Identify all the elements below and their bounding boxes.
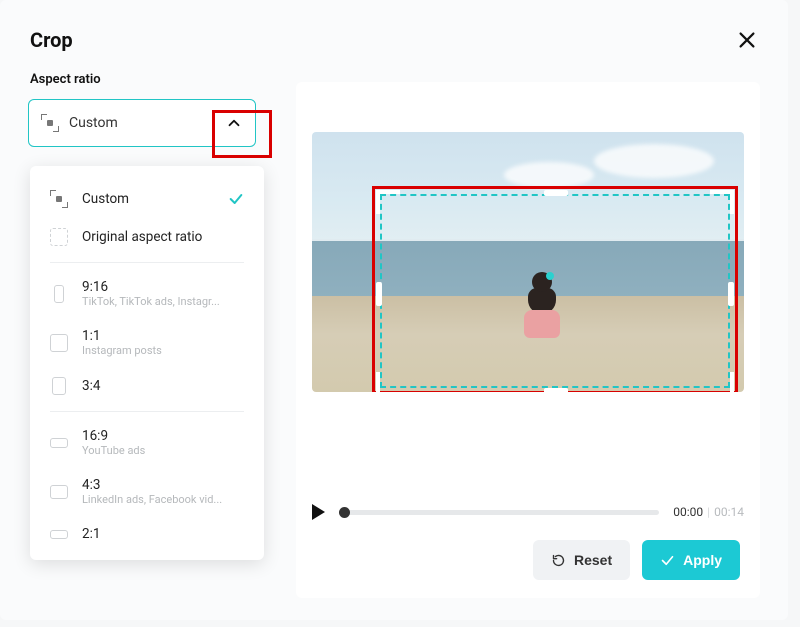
ratio-icon bbox=[50, 228, 68, 246]
option-sublabel: LinkedIn ads, Facebook vid... bbox=[82, 493, 222, 506]
option-sublabel: TikTok, TikTok ads, Instagr... bbox=[82, 295, 220, 308]
time-display: 00:00|00:14 bbox=[673, 505, 744, 519]
crop-handle-tl[interactable] bbox=[376, 190, 400, 214]
close-button[interactable] bbox=[736, 29, 758, 51]
ratio-icon bbox=[50, 485, 68, 499]
option-label: 4:3 bbox=[82, 477, 222, 493]
check-icon bbox=[660, 553, 675, 568]
option-9-16[interactable]: 9:16 TikTok, TikTok ads, Instagr... bbox=[40, 269, 254, 318]
option-label: Custom bbox=[82, 191, 129, 207]
panel-header: Crop bbox=[0, 0, 788, 62]
crop-panel: Crop Aspect ratio Custom Custom Original… bbox=[0, 0, 788, 620]
crop-handle-bl[interactable] bbox=[376, 372, 400, 392]
option-label: 3:4 bbox=[82, 378, 100, 394]
option-3-4[interactable]: 3:4 bbox=[40, 367, 254, 405]
reset-button-label: Reset bbox=[574, 552, 612, 568]
aspect-ratio-select[interactable]: Custom bbox=[28, 99, 256, 147]
time-duration: 00:14 bbox=[714, 505, 744, 519]
option-label: 2:1 bbox=[82, 526, 100, 542]
chevron-up-icon bbox=[225, 114, 243, 132]
option-16-9[interactable]: 16:9 YouTube ads bbox=[40, 418, 254, 467]
time-current: 00:00 bbox=[673, 505, 703, 519]
custom-crop-icon bbox=[41, 114, 59, 132]
aspect-ratio-select-value: Custom bbox=[69, 115, 243, 131]
panel-title: Crop bbox=[30, 28, 73, 52]
divider bbox=[50, 411, 244, 412]
ratio-icon bbox=[50, 438, 68, 448]
crop-handle-right[interactable] bbox=[728, 282, 734, 306]
crop-handle-bottom[interactable] bbox=[544, 388, 568, 392]
option-4-3[interactable]: 4:3 LinkedIn ads, Facebook vid... bbox=[40, 467, 254, 516]
play-button[interactable] bbox=[312, 504, 325, 520]
option-sublabel: Instagram posts bbox=[82, 344, 162, 357]
player-bar: 00:00|00:14 bbox=[312, 504, 744, 520]
close-icon bbox=[736, 29, 758, 51]
preview-person bbox=[519, 272, 565, 336]
option-label: 1:1 bbox=[82, 328, 162, 344]
option-2-1[interactable]: 2:1 bbox=[40, 516, 254, 552]
check-icon bbox=[228, 191, 244, 207]
option-original[interactable]: Original aspect ratio bbox=[40, 218, 254, 256]
option-label: 16:9 bbox=[82, 428, 145, 444]
crop-handle-top[interactable] bbox=[544, 190, 568, 196]
custom-crop-icon bbox=[50, 190, 68, 208]
divider bbox=[50, 262, 244, 263]
crop-handle-br[interactable] bbox=[710, 372, 734, 392]
actions: Reset Apply bbox=[533, 540, 740, 580]
video-preview[interactable] bbox=[312, 132, 744, 392]
aspect-ratio-dropdown: Custom Original aspect ratio 9:16 TikTok… bbox=[30, 166, 264, 560]
apply-button-label: Apply bbox=[683, 552, 722, 568]
option-label: 9:16 bbox=[82, 279, 220, 295]
ratio-icon bbox=[54, 285, 64, 303]
ratio-icon bbox=[52, 377, 66, 395]
preview-area: 00:00|00:14 Reset Apply bbox=[296, 82, 760, 598]
apply-button[interactable]: Apply bbox=[642, 540, 740, 580]
crop-handle-left[interactable] bbox=[376, 282, 382, 306]
reset-button[interactable]: Reset bbox=[533, 540, 630, 580]
option-1-1[interactable]: 1:1 Instagram posts bbox=[40, 318, 254, 367]
option-custom[interactable]: Custom bbox=[40, 180, 254, 218]
preview-cloud bbox=[504, 162, 594, 188]
option-sublabel: YouTube ads bbox=[82, 444, 145, 457]
crop-handle-tr[interactable] bbox=[710, 190, 734, 214]
reset-icon bbox=[551, 553, 566, 568]
option-label: Original aspect ratio bbox=[82, 229, 202, 245]
preview-cloud bbox=[594, 144, 714, 178]
seek-track[interactable] bbox=[339, 510, 659, 515]
ratio-icon bbox=[50, 530, 68, 539]
ratio-icon bbox=[50, 334, 68, 352]
